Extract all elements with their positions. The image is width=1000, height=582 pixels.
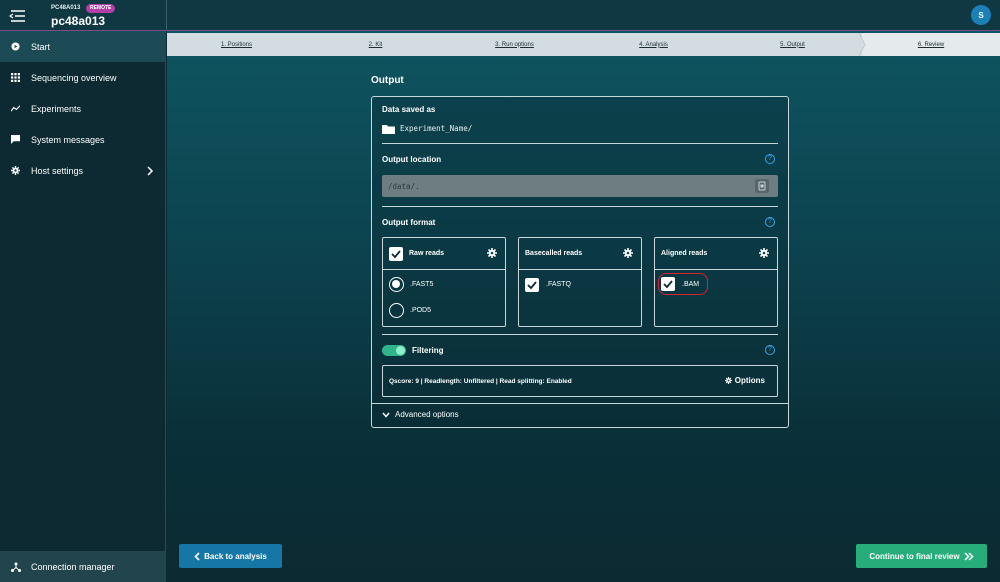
aligned-reads-title: Aligned reads xyxy=(661,250,708,257)
connection-manager-button[interactable]: Connection manager xyxy=(0,551,166,582)
output-location-input[interactable] xyxy=(382,175,778,197)
wizard-stepper: 1. Positions 2. Kit 3. Run options 4. An… xyxy=(167,33,1000,56)
raw-reads-checkbox[interactable] xyxy=(389,247,403,261)
back-button-label: Back to analysis xyxy=(204,551,267,561)
sidebar-item-label: Host settings xyxy=(31,165,84,176)
sidebar-item-label: Experiments xyxy=(31,103,82,114)
page-title: Output xyxy=(371,75,404,86)
checkmark-icon xyxy=(391,250,401,259)
chat-icon xyxy=(11,135,20,144)
sidebar-item-start[interactable]: Start xyxy=(0,31,166,62)
back-button[interactable]: Back to analysis xyxy=(179,544,282,568)
aligned-reads-header: Aligned reads xyxy=(655,238,777,270)
divider xyxy=(372,403,788,404)
data-saved-path: Experiment_Name/ xyxy=(400,124,473,133)
step-kit[interactable]: 2. Kit xyxy=(306,33,445,56)
checkmark-icon xyxy=(663,280,673,289)
double-chevron-right-icon xyxy=(964,551,974,561)
connection-manager-label: Connection manager xyxy=(31,561,115,572)
chevron-left-icon xyxy=(194,551,200,561)
gear-icon xyxy=(11,166,20,175)
checkmark-icon xyxy=(527,281,537,290)
output-format-label: Output format xyxy=(382,218,436,227)
raw-reads-box: Raw reads .FAST5 .POD5 xyxy=(382,237,506,327)
fastq-checkbox[interactable] xyxy=(525,278,539,292)
aligned-reads-box: Aligned reads .BAM xyxy=(654,237,778,327)
grid-icon xyxy=(11,73,20,82)
sidebar-item-label: Start xyxy=(31,41,51,52)
sidebar-item-label: Sequencing overview xyxy=(31,72,117,83)
output-card: Data saved as Experiment_Name/ Output lo… xyxy=(371,96,789,428)
step-run-options[interactable]: 3. Run options xyxy=(445,33,584,56)
advanced-options-label: Advanced options xyxy=(395,410,459,419)
gear-icon[interactable] xyxy=(623,248,633,258)
sidebar: Start Sequencing overview Experiments Sy… xyxy=(0,31,166,582)
pod5-radio[interactable] xyxy=(389,303,404,318)
menu-collapse-icon[interactable] xyxy=(9,9,27,23)
gear-icon xyxy=(724,377,732,384)
divider xyxy=(382,206,778,207)
advanced-options-toggle[interactable]: Advanced options xyxy=(382,410,459,419)
step-analysis[interactable]: 4. Analysis xyxy=(584,33,723,56)
continue-button[interactable]: Continue to final review xyxy=(856,544,987,568)
continue-button-label: Continue to final review xyxy=(869,551,960,561)
help-icon[interactable]: ? xyxy=(765,345,775,355)
filtering-toggle[interactable] xyxy=(382,345,406,356)
folder-icon xyxy=(382,125,395,134)
pod5-label: .POD5 xyxy=(410,307,432,314)
sidebar-item-system-messages[interactable]: System messages xyxy=(0,124,166,155)
chevron-right-icon xyxy=(147,165,154,176)
basecalled-reads-header: Basecalled reads xyxy=(519,238,641,270)
basecalled-reads-title: Basecalled reads xyxy=(525,250,583,257)
divider xyxy=(382,334,778,335)
main-content: 1. Positions 2. Kit 3. Run options 4. An… xyxy=(167,31,1000,582)
fast5-label: .FAST5 xyxy=(410,281,434,288)
trend-line-icon xyxy=(11,105,20,112)
bam-label: .BAM xyxy=(682,281,700,288)
fastq-label: .FASTQ xyxy=(546,281,571,288)
options-label: Options xyxy=(734,376,765,385)
gear-icon[interactable] xyxy=(759,248,769,258)
chevron-down-icon xyxy=(382,412,390,418)
raw-reads-title: Raw reads xyxy=(409,250,445,257)
help-icon[interactable]: ? xyxy=(765,217,775,227)
sidebar-item-sequencing-overview[interactable]: Sequencing overview xyxy=(0,62,166,93)
step-separator xyxy=(859,33,866,56)
output-location-label: Output location xyxy=(382,155,442,164)
basecalled-reads-box: Basecalled reads .FASTQ xyxy=(518,237,642,327)
device-name: pc48a013 xyxy=(51,14,106,28)
raw-reads-header: Raw reads xyxy=(383,238,505,270)
copy-icon[interactable] xyxy=(755,179,769,193)
filter-summary-box: Qscore: 9 | Readlength: Unfiltered | Rea… xyxy=(382,365,778,397)
divider xyxy=(382,143,778,144)
gear-icon[interactable] xyxy=(487,248,497,258)
header-divider xyxy=(166,0,167,31)
filter-summary: Qscore: 9 | Readlength: Unfiltered | Rea… xyxy=(389,378,572,385)
sidebar-item-label: System messages xyxy=(31,134,105,145)
step-output[interactable]: 5. Output xyxy=(723,33,862,56)
data-saved-label: Data saved as xyxy=(382,105,436,114)
sidebar-item-host-settings[interactable]: Host settings xyxy=(0,155,166,186)
help-icon[interactable]: ? xyxy=(765,154,775,164)
remote-badge: REMOTE xyxy=(86,4,116,13)
filter-options-button[interactable]: Options xyxy=(724,376,765,385)
user-avatar[interactable]: S xyxy=(971,5,991,25)
sidebar-item-experiments[interactable]: Experiments xyxy=(0,93,166,124)
fast5-radio[interactable] xyxy=(389,277,404,292)
step-positions[interactable]: 1. Positions xyxy=(167,33,306,56)
device-id: PC48A013 xyxy=(51,5,81,11)
top-bar: PC48A013 REMOTE pc48a013 S xyxy=(0,0,1000,31)
step-review[interactable]: 6. Review xyxy=(862,33,1000,56)
connection-icon xyxy=(11,562,21,572)
play-circle-icon xyxy=(11,42,20,51)
bam-checkbox[interactable] xyxy=(661,277,675,291)
filtering-label: Filtering xyxy=(412,346,444,355)
